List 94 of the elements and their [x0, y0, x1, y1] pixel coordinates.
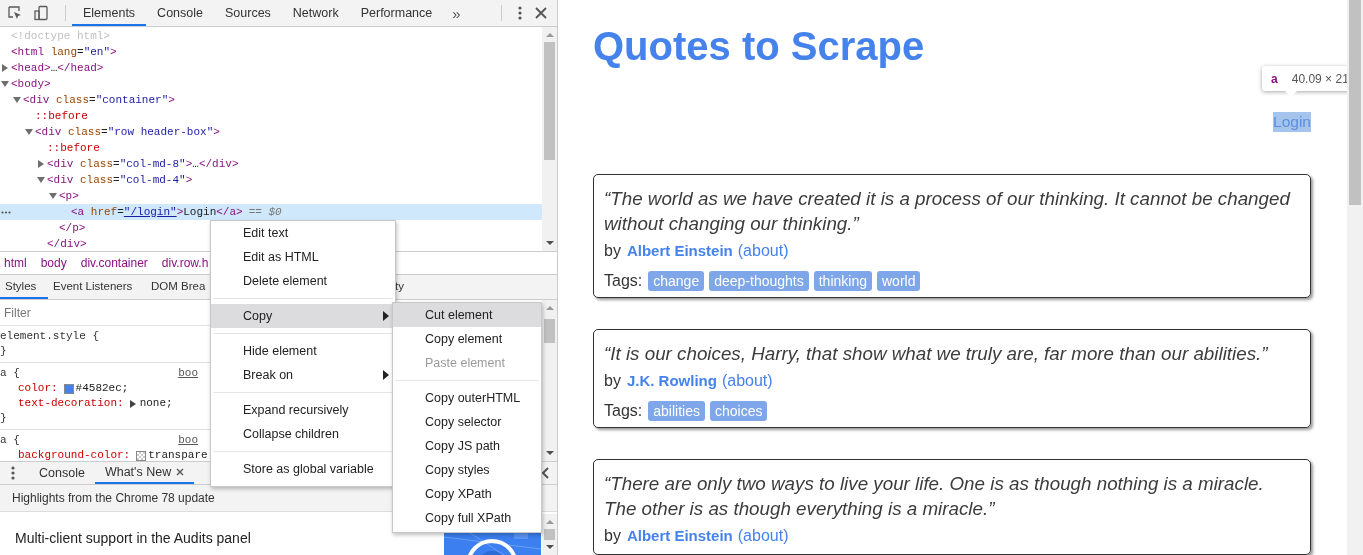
color-swatch[interactable] — [136, 450, 147, 461]
site-title[interactable]: Quotes to Scrape — [593, 23, 925, 69]
menu-item[interactable]: Copy selector — [393, 410, 541, 434]
css-property: text-decoration: — [18, 396, 124, 411]
source-link[interactable]: boo — [178, 366, 198, 381]
kebab-menu-icon[interactable] — [11, 466, 15, 480]
css-property: background-color: — [18, 448, 131, 461]
css-selector: a { — [0, 433, 20, 448]
menu-item[interactable]: Break on — [211, 363, 395, 387]
menu-item[interactable]: Edit text — [211, 221, 395, 245]
menu-item[interactable]: Store as global variable — [211, 457, 395, 481]
tags-label: Tags: — [604, 272, 643, 290]
article-heading: Multi-client support in the Audits panel — [15, 530, 252, 546]
kebab-menu-icon[interactable] — [518, 6, 522, 20]
expand-triangle-icon[interactable] — [37, 160, 45, 168]
panel-tab[interactable]: Performance — [349, 0, 444, 26]
menu-item[interactable]: Delete element — [211, 269, 395, 293]
device-icon[interactable] — [33, 5, 49, 21]
source-link[interactable]: boo — [178, 433, 198, 448]
menu-item[interactable]: Hide element — [211, 339, 395, 363]
css-value: none; — [139, 396, 173, 411]
closing-brace: } — [0, 411, 7, 426]
dom-node[interactable]: <head>…</head> — [0, 60, 104, 76]
drawer-tab[interactable]: Console — [29, 462, 95, 484]
panel-tab[interactable]: Sources — [214, 0, 282, 26]
quote-text: “The world as we have created it is a process of our thinking. It cannot be changed without changing our thinking.” — [604, 187, 1292, 236]
collapse-triangle-icon[interactable] — [13, 96, 21, 104]
close-icon[interactable] — [176, 468, 185, 476]
menu-item[interactable]: Edit as HTML — [211, 245, 395, 269]
menu-item[interactable]: Cut element — [393, 303, 541, 327]
menu-item[interactable]: Collapse children — [211, 422, 395, 446]
css-selector: a { — [0, 366, 20, 381]
sidebar-tab[interactable]: DOM Brea — [146, 275, 211, 299]
chevron-left-icon[interactable] — [541, 467, 549, 479]
expand-triangle-icon[interactable] — [1, 64, 9, 72]
css-value: #4582ec; — [75, 381, 129, 396]
by-label: by — [604, 526, 621, 546]
menu-item[interactable]: Copy — [211, 304, 395, 328]
collapse-triangle-icon[interactable] — [37, 176, 45, 184]
closing-brace: } — [0, 344, 7, 359]
css-property: color: — [18, 381, 58, 396]
tag-label: a — [1271, 71, 1278, 86]
dom-node[interactable]: <a href="/login">Login</a> == $0 — [0, 204, 542, 220]
tags-label: Tags: — [604, 402, 643, 420]
sidebar-tab[interactable]: Event Listeners — [48, 275, 138, 299]
more-dots-icon — [1, 211, 11, 214]
author-name: Albert Einstein — [626, 526, 733, 546]
dom-node[interactable]: <html lang="en"> — [0, 44, 117, 60]
by-label: by — [604, 371, 621, 391]
panel-tab[interactable]: Network — [281, 0, 350, 26]
scrollbar[interactable] — [542, 514, 557, 555]
menu-item[interactable]: Copy XPath — [393, 482, 541, 506]
dom-node[interactable]: <div class="col-md-8">…</div> — [0, 156, 239, 172]
dom-node[interactable]: <div class="col-md-4"> — [0, 172, 193, 188]
breadcrumb-link[interactable]: div.row.h — [161, 256, 209, 270]
menu-item[interactable]: Expand recursively — [211, 398, 395, 422]
quote-text: “It is our choices, Harry, that show what we truly are, far more than our abilities.” — [604, 342, 1269, 366]
scrollbar[interactable] — [542, 300, 557, 461]
menu-item[interactable]: Copy JS path — [393, 434, 541, 458]
about-link[interactable]: (about) — [737, 524, 789, 548]
about-link[interactable]: (about) — [737, 239, 789, 263]
menu-item[interactable]: Copy styles — [393, 458, 541, 482]
quote-text: “There are only two ways to live your life. One is as though nothing is a miracle. The other is as though everything is a miracle.” — [604, 472, 1265, 521]
dom-node[interactable]: <div class="container"> — [0, 92, 175, 108]
dom-node[interactable]: <div class="row header-box"> — [0, 124, 220, 140]
dom-node[interactable]: ::before — [0, 140, 100, 156]
collapse-triangle-icon[interactable] — [1, 80, 9, 88]
menu-item[interactable]: Copy element — [393, 327, 541, 351]
collapse-triangle-icon[interactable] — [49, 192, 57, 200]
css-selector: element.style { — [0, 329, 100, 344]
breadcrumb-link[interactable]: html — [4, 256, 27, 270]
menu-item[interactable]: Copy outerHTML — [393, 386, 541, 410]
collapse-triangle-icon[interactable] — [25, 128, 33, 136]
scrollbar[interactable] — [542, 27, 557, 251]
close-icon[interactable] — [535, 7, 547, 19]
inspect-icon[interactable] — [7, 5, 23, 21]
more-tabs-button[interactable]: » — [443, 4, 470, 22]
panel-tab[interactable]: Elements — [72, 0, 147, 26]
by-label: by — [604, 241, 621, 261]
color-swatch[interactable] — [63, 383, 74, 394]
dom-node[interactable]: </p> — [0, 220, 86, 236]
author-name: Albert Einstein — [626, 241, 733, 261]
dom-node[interactable]: <body> — [0, 76, 51, 92]
scrollbar[interactable] — [1347, 0, 1363, 555]
expand-triangle-icon[interactable] — [129, 399, 136, 408]
dom-node[interactable]: </div> — [0, 236, 87, 251]
author-name: J.K. Rowling — [626, 371, 717, 391]
dom-node[interactable]: <p> — [0, 188, 79, 204]
panel-tab[interactable]: Console — [146, 0, 214, 26]
css-value: transpare — [148, 448, 208, 461]
dom-node[interactable]: ::before — [0, 108, 88, 124]
breadcrumb-link[interactable]: div.container — [80, 256, 148, 270]
breadcrumb-link[interactable]: body — [40, 256, 67, 270]
about-link[interactable]: (about) — [721, 369, 773, 393]
